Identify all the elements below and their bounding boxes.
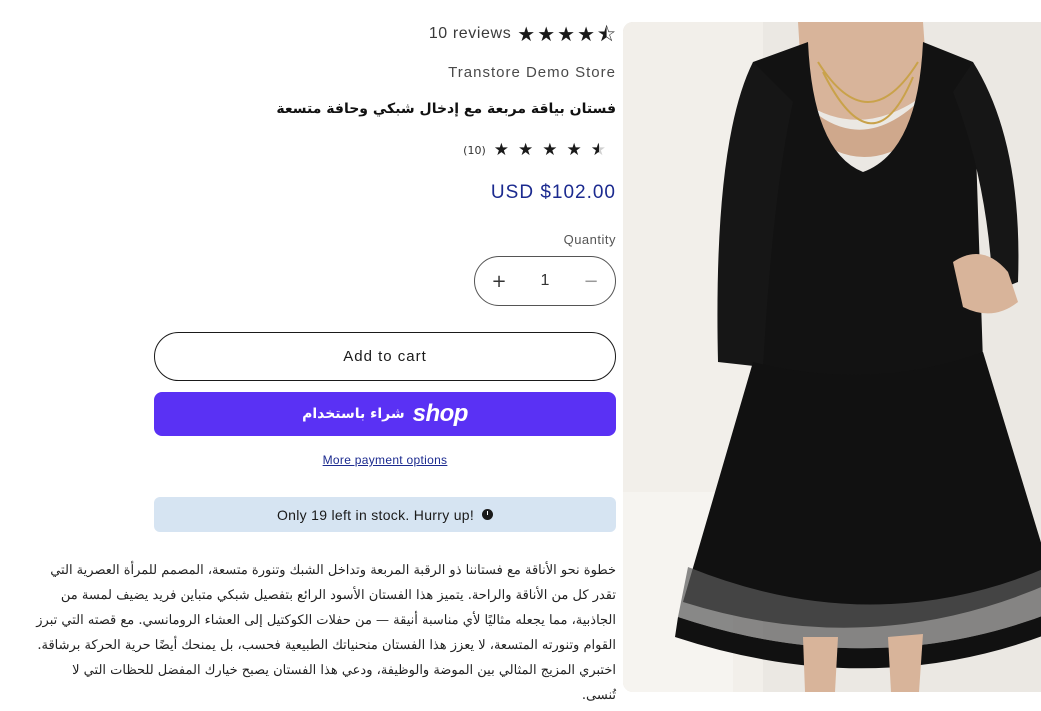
star-icon: ★ <box>493 140 509 160</box>
product-image[interactable] <box>623 22 1041 692</box>
star-icon: ★ <box>577 22 596 46</box>
rating-count: (10) <box>463 144 486 157</box>
stock-banner: !Only 19 left in stock. Hurry up <box>154 497 616 532</box>
shop-pay-logo: shop <box>412 400 469 427</box>
star-icon: ★ <box>566 140 582 160</box>
star-icon: ★ <box>557 22 576 46</box>
product-title: فستان بياقة مربعة مع إدخال شبكي وحافة مت… <box>276 101 616 117</box>
quantity-input[interactable]: 1 <box>541 272 550 290</box>
quantity-stepper[interactable]: + 1 − <box>474 256 616 306</box>
product-info: 10 reviews ★ ★ ★ ★ ⯪ Transtore Demo Stor… <box>0 0 616 711</box>
star-icon: ★ <box>518 140 534 160</box>
review-count[interactable]: 10 reviews <box>429 25 511 43</box>
product-description: خطوة نحو الأناقة مع فستاننا ذو الرقبة ال… <box>36 563 616 703</box>
review-summary[interactable]: 10 reviews ★ ★ ★ ★ ⯪ <box>429 20 616 48</box>
star-icon: ★ <box>537 22 556 46</box>
product-price: USD $102.00 <box>490 182 616 203</box>
half-star-icon: ⯪ <box>597 22 616 46</box>
half-star-icon: ★ <box>590 140 606 160</box>
clock-icon <box>482 509 494 520</box>
add-to-cart-button[interactable]: Add to cart <box>154 332 616 381</box>
shop-pay-text: شراء باستخدام <box>302 406 405 422</box>
rating-stars: ★ ★ ★ ★ ★ <box>494 142 606 159</box>
stock-text: !Only 19 left in stock. Hurry up <box>276 506 475 523</box>
product-photo <box>623 22 1041 692</box>
star-icon: ★ <box>542 140 558 160</box>
more-payment-options-link[interactable]: More payment options <box>154 453 616 467</box>
shop-pay-button[interactable]: شراء باستخدام shop <box>154 392 616 436</box>
quantity-label: Quantity <box>563 232 616 247</box>
product-rating[interactable]: (10) ★ ★ ★ ★ ★ <box>463 142 606 159</box>
vendor-name: Transtore Demo Store <box>448 64 616 81</box>
star-icon: ★ <box>517 22 536 46</box>
quantity-decrease-button[interactable]: − <box>581 271 601 292</box>
review-stars: ★ ★ ★ ★ ⯪ <box>517 24 616 44</box>
quantity-increase-button[interactable]: + <box>489 271 509 292</box>
